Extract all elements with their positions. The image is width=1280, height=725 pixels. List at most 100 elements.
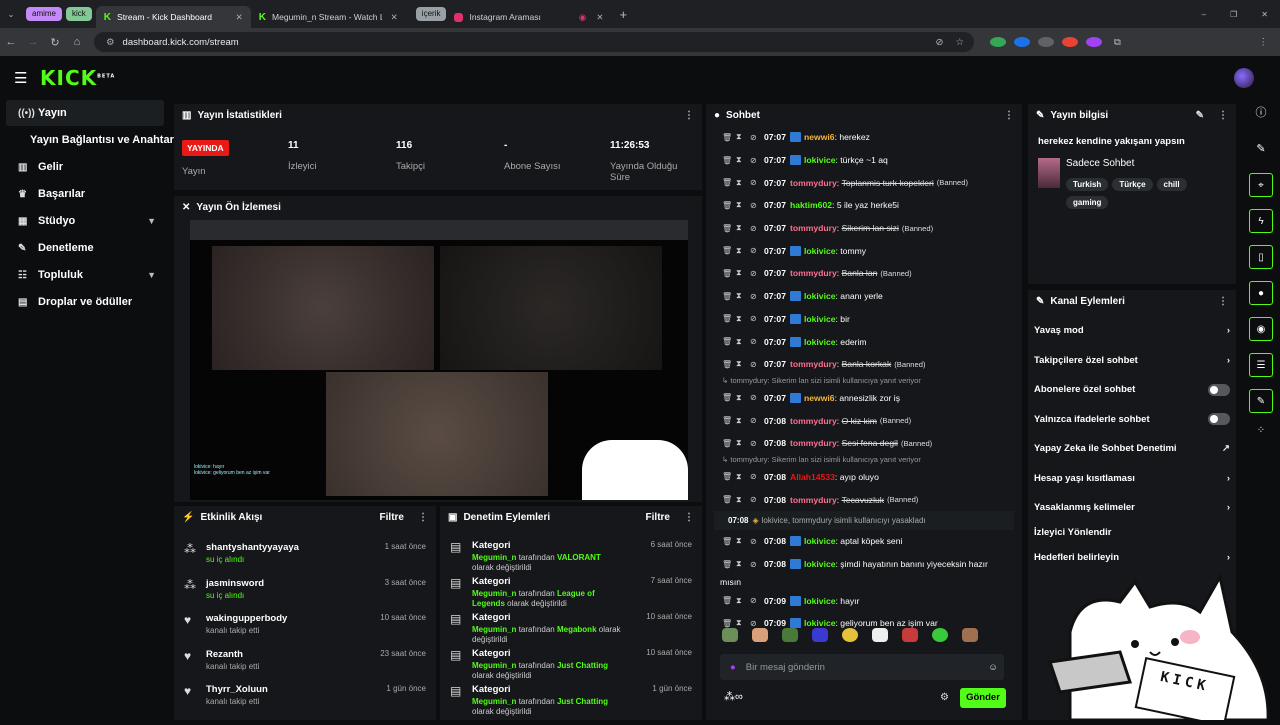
tag[interactable]: gaming [1066,196,1109,209]
delete-icon[interactable]: 🗑 [722,360,736,369]
rail-file-icon[interactable]: ▯ [1249,245,1273,269]
channel-action-item[interactable]: Yapay Zeka ile Sohbet Denetimi ↗ [1028,434,1236,464]
chat-input[interactable]: ● Bir mesaj gönderin ☺ [720,654,1004,680]
channel-action-item[interactable]: Abonelere özel sohbet [1028,375,1236,405]
moderation-user[interactable]: Megumin_n [472,553,516,562]
emote-icon[interactable] [962,628,978,642]
rail-bolt-icon[interactable]: ϟ [1249,209,1273,233]
kick-logo[interactable]: KICKBETA [40,66,115,90]
channel-action-item[interactable]: Yasaklanmış kelimeler › [1028,493,1236,523]
ban-icon[interactable]: ⊘ [750,292,764,301]
more-options-icon[interactable]: ⋮ [684,110,694,121]
new-tab-icon[interactable]: + [619,7,627,22]
external-link-icon[interactable]: ↗ [1222,443,1230,454]
emoji-icon[interactable]: ☺ [988,662,998,673]
chevron-right-icon[interactable]: › [1227,355,1230,366]
ban-icon[interactable]: ⊘ [750,178,764,187]
ban-icon[interactable]: ⊘ [750,337,764,346]
timeout-icon[interactable]: ⧗ [736,337,750,347]
sidebar-item-community[interactable]: ☷ Topluluk ▼ [6,262,164,288]
delete-icon[interactable]: 🗑 [722,337,736,346]
rail-list-icon[interactable]: ☰ [1249,353,1273,377]
forward-icon[interactable]: → [22,36,44,48]
extension-icon[interactable] [1062,37,1078,47]
chat-username[interactable]: lokivice [804,291,836,301]
close-tab-icon[interactable]: ✕ [236,12,243,23]
timeout-icon[interactable]: ⧗ [736,132,750,142]
activity-user[interactable]: Thyrr_Xoluun [206,684,268,695]
chat-username[interactable]: tommydury [790,268,837,278]
delete-icon[interactable]: 🗑 [722,537,736,546]
tag[interactable]: Türkçe [1112,178,1153,191]
delete-icon[interactable]: 🗑 [722,596,736,605]
ban-icon[interactable]: ⊘ [750,439,764,448]
timeout-icon[interactable]: ⧗ [736,416,750,426]
bookmark-star-icon[interactable]: ☆ [955,37,964,48]
rail-broadcast-icon[interactable]: ◉ [1249,317,1273,341]
more-options-icon[interactable]: ⋮ [1218,296,1228,307]
timeout-icon[interactable]: ⧗ [736,178,750,188]
moderation-user[interactable]: Megumin_n [472,589,516,598]
extension-icon[interactable] [1014,37,1030,47]
extension-icon[interactable] [1086,37,1102,47]
reload-icon[interactable]: ↻ [44,36,66,49]
eye-off-icon[interactable]: ⊘ [936,37,944,48]
edit-pencil-icon[interactable]: ✎ [1246,142,1276,155]
chat-username[interactable]: lokivice [804,536,836,546]
filter-button[interactable]: Filtre [380,512,404,523]
toggle-switch[interactable] [1208,413,1230,426]
chat-username[interactable]: lokivice [804,314,836,324]
rail-chat-icon[interactable]: ● [1249,281,1273,305]
chat-username[interactable]: newwi6 [804,393,835,403]
channel-action-item[interactable]: İzleyici Yönlendir [1028,523,1236,543]
moderation-user[interactable]: Megumin_n [472,625,516,634]
url-input[interactable]: ⚙ dashboard.kick.com/stream ⊘ ☆ [94,32,974,52]
chat-username[interactable]: lokivice [804,559,836,569]
emote-icon[interactable] [932,628,948,642]
sidebar-item-studio[interactable]: ▦ Stüdyo ▼ [6,208,164,234]
ban-icon[interactable]: ⊘ [750,360,764,369]
tab-kick-dashboard[interactable]: K Stream - Kick Dashboard ✕ [95,6,251,28]
tab-group-chip[interactable]: amime [26,7,63,21]
chat-username[interactable]: lokivice [804,618,836,628]
timeout-icon[interactable]: ⧗ [736,223,750,233]
delete-icon[interactable]: 🗑 [722,292,736,301]
tab-megumin-stream[interactable]: K Megumin_n Stream - Watch Li ✕ [251,6,406,28]
emote-icon[interactable] [812,628,828,642]
ban-icon[interactable]: ⊘ [750,495,764,504]
tag[interactable]: chill [1156,178,1187,191]
moderation-user[interactable]: Megumin_n [472,661,516,670]
ban-icon[interactable]: ⊘ [750,133,764,142]
extension-icon[interactable] [1038,37,1054,47]
extension-icon[interactable] [990,37,1006,47]
chat-username[interactable]: newwi6 [804,132,835,142]
ban-icon[interactable]: ⊘ [750,201,764,210]
delete-icon[interactable]: 🗑 [722,178,736,187]
chevron-right-icon[interactable]: › [1227,473,1230,484]
timeout-icon[interactable]: ⧗ [736,495,750,505]
chat-username[interactable]: lokivice [804,337,836,347]
microphone-icon[interactable]: ● [730,662,736,673]
emote-icon[interactable] [872,628,888,642]
menu-kebab-icon[interactable]: ⋮ [1259,37,1269,48]
timeout-icon[interactable]: ⧗ [736,393,750,403]
tab-instagram[interactable]: Instagram Araması ◉ ✕ [446,6,611,28]
emote-icon[interactable] [722,628,738,642]
delete-icon[interactable]: 🗑 [722,495,736,504]
activity-user[interactable]: jasminsword [206,578,264,589]
chat-username[interactable]: tommydury [790,416,837,426]
ban-icon[interactable]: ⊘ [750,560,764,569]
record-icon[interactable]: ◉ [579,12,586,23]
more-options-icon[interactable]: ⋮ [1218,110,1228,121]
close-tab-icon[interactable]: ✕ [391,12,398,23]
timeout-icon[interactable]: ⧗ [736,438,750,448]
sidebar-item-moderation[interactable]: ✎ Denetleme [6,235,164,261]
chat-username[interactable]: lokivice [804,155,836,165]
sidebar-item-stream-key[interactable]: Yayın Bağlantısı ve Anahtarı [6,127,177,153]
timeout-icon[interactable]: ⧗ [736,596,750,606]
tag[interactable]: Turkish [1066,178,1109,191]
toggle-switch[interactable] [1208,383,1230,396]
emote-icon[interactable] [782,628,798,642]
delete-icon[interactable]: 🗑 [722,560,736,569]
delete-icon[interactable]: 🗑 [722,224,736,233]
